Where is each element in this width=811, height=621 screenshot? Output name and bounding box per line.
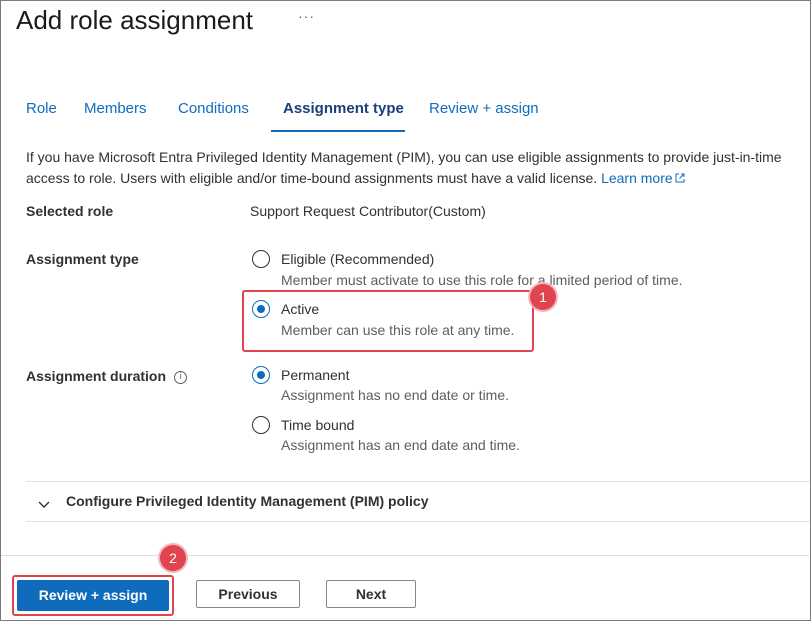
previous-button[interactable]: Previous [196, 580, 300, 608]
permanent-option-description: Assignment has no end date or time. [281, 387, 510, 403]
selected-role-label: Selected role [26, 203, 114, 219]
section-divider-bottom [26, 521, 810, 522]
time-bound-option-label: Time bound [281, 417, 355, 433]
tab-conditions[interactable]: Conditions [178, 100, 249, 117]
assignment-type-label: Assignment type [26, 251, 139, 267]
callout-badge-2: 2 [160, 545, 186, 571]
permanent-radio[interactable] [252, 366, 270, 384]
assignment-duration-label: Assignment duration i [26, 368, 188, 384]
assignment-duration-text: Assignment duration [26, 368, 167, 384]
time-bound-option-description: Assignment has an end date and time. [281, 437, 520, 453]
eligible-radio[interactable] [252, 250, 270, 268]
active-option-callout-box [242, 290, 534, 352]
selected-role-value: Support Request Contributor(Custom) [250, 203, 486, 219]
permanent-option-label: Permanent [281, 367, 350, 383]
footer-divider [1, 555, 809, 556]
section-divider-top [26, 481, 810, 482]
tab-role[interactable]: Role [26, 100, 57, 117]
info-icon[interactable]: i [174, 371, 188, 384]
eligible-option-description: Member must activate to use this role fo… [281, 272, 683, 288]
callout-badge-1: 1 [530, 284, 556, 310]
more-options-button[interactable]: ··· [298, 8, 315, 24]
tab-review-assign[interactable]: Review + assign [429, 100, 539, 117]
active-tab-indicator [271, 130, 405, 132]
page-title: Add role assignment [16, 5, 254, 35]
pim-policy-expander[interactable]: Configure Privileged Identity Management… [66, 493, 429, 509]
next-button[interactable]: Next [326, 580, 416, 608]
time-bound-radio[interactable] [252, 416, 270, 434]
external-link-icon [675, 170, 685, 191]
tab-members[interactable]: Members [84, 100, 147, 117]
chevron-down-icon[interactable] [38, 496, 50, 508]
pim-info-text: If you have Microsoft Entra Privileged I… [26, 147, 796, 191]
learn-more-link[interactable]: Learn more [601, 170, 673, 186]
eligible-option-label: Eligible (Recommended) [281, 251, 435, 267]
tab-assignment-type[interactable]: Assignment type [283, 100, 404, 117]
review-assign-button[interactable]: Review + assign [17, 580, 169, 611]
